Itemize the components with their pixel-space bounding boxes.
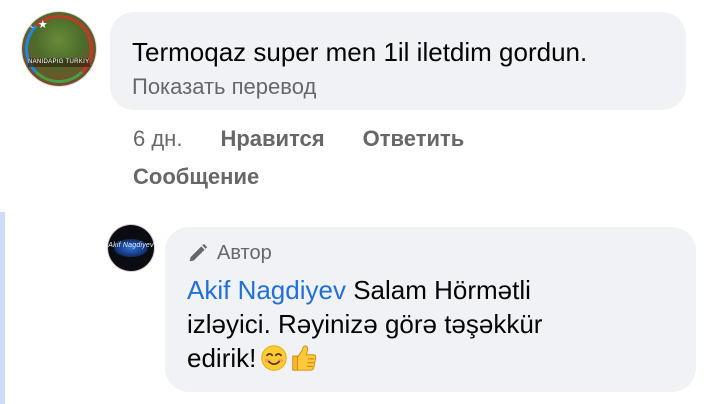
author-avatar[interactable]: Akif Nagdiyev bbox=[108, 225, 154, 271]
message-button[interactable]: Сообщение bbox=[133, 164, 259, 190]
reply-thread: Akif Nagdiyev Автор Akif Nagdiyev Salam … bbox=[0, 212, 720, 404]
comment-actions: 6 дн. Нравится Ответить bbox=[133, 126, 464, 152]
crescent-icon: ☾★ bbox=[28, 19, 48, 31]
author-badge: Автор bbox=[187, 241, 674, 265]
reply-button[interactable]: Ответить bbox=[363, 126, 465, 152]
author-badge-label: Автор bbox=[217, 242, 272, 264]
reply-text-block: Akif Nagdiyev Salam Hörmətli izləyici. R… bbox=[187, 273, 587, 375]
like-button[interactable]: Нравится bbox=[220, 126, 324, 152]
avatar-caption: NANIDAPIG TURKIYE bbox=[28, 58, 90, 67]
reply-author-name[interactable]: Akif Nagdiyev bbox=[187, 275, 346, 305]
commenter-avatar[interactable]: ☾★ NANIDAPIG TURKIYE bbox=[22, 12, 96, 86]
thread-indicator-line bbox=[0, 212, 5, 404]
show-translation-link[interactable]: Показать перевод bbox=[132, 74, 664, 100]
thumbs-up-icon bbox=[292, 345, 317, 371]
smiling-face-icon bbox=[261, 345, 288, 371]
pencil-icon bbox=[189, 243, 208, 262]
comment-timestamp[interactable]: 6 дн. bbox=[133, 126, 182, 152]
reply-bubble: Автор Akif Nagdiyev Salam Hörmətli izləy… bbox=[165, 227, 696, 392]
avatar-caption: Akif Nagdiyev bbox=[108, 242, 154, 249]
comment-bubble: Termoqaz super men 1il iletdim gordun. П… bbox=[110, 12, 686, 110]
comment-text: Termoqaz super men 1il iletdim gordun. bbox=[132, 37, 588, 67]
